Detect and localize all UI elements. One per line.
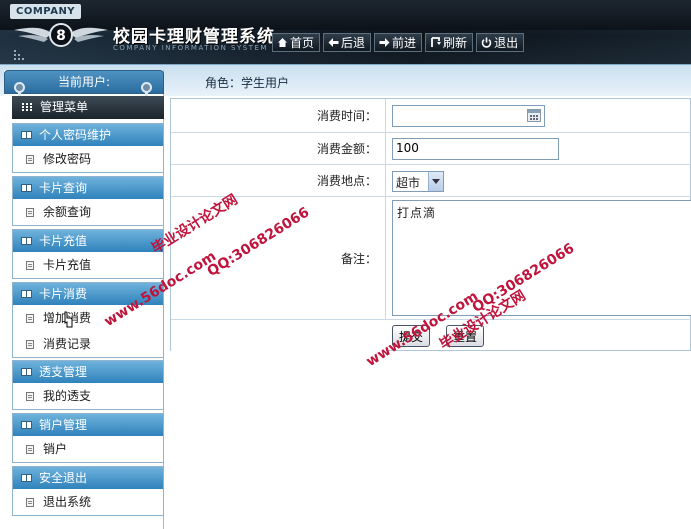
sidebar-item-change-password[interactable]: 修改密码	[13, 146, 163, 172]
sidebar-item-label: 销户	[43, 442, 68, 456]
company-tag: COMPANY	[10, 4, 82, 19]
chevron-down-icon[interactable]	[428, 172, 443, 191]
document-icon	[26, 445, 34, 454]
document-icon	[26, 498, 34, 507]
group-title: 透支管理	[39, 365, 88, 379]
group-title: 卡片消费	[39, 287, 88, 301]
time-input[interactable]	[392, 105, 545, 127]
logout-button[interactable]: 退出	[476, 33, 525, 52]
document-icon	[26, 261, 34, 270]
refresh-button[interactable]: 刷新	[425, 33, 474, 52]
place-select[interactable]: 超市	[392, 171, 444, 192]
group-title: 安全退出	[39, 471, 88, 485]
amount-input[interactable]: 100	[392, 138, 559, 160]
sidebar-item-label: 修改密码	[43, 152, 92, 166]
group-password: 个人密码维护 修改密码	[12, 123, 164, 173]
sidebar-item-label: 卡片充值	[43, 258, 92, 272]
sidebar-item-exit-system[interactable]: 退出系统	[13, 489, 163, 515]
svg-text:8: 8	[56, 28, 66, 44]
document-icon	[26, 314, 34, 323]
grid-icon	[22, 103, 34, 112]
place-selected-value: 超市	[396, 176, 421, 190]
form-row-amount: 消费金额： 100	[171, 133, 691, 165]
sidebar-item-label: 退出系统	[43, 495, 92, 509]
group-header[interactable]: 个人密码维护	[13, 124, 163, 146]
power-icon	[480, 37, 492, 49]
menu-header: 管理菜单	[12, 96, 164, 119]
form-row-note: 备注： 打点滴	[171, 197, 691, 320]
document-icon	[26, 155, 34, 164]
group-title: 个人密码维护	[39, 128, 112, 142]
group-header[interactable]: 透支管理	[13, 361, 163, 383]
time-label: 消费时间：	[171, 99, 386, 132]
form-row-time: 消费时间：	[171, 99, 691, 133]
calendar-icon[interactable]	[527, 109, 541, 122]
sidebar-item-recharge[interactable]: 卡片充值	[13, 252, 163, 278]
book-icon	[21, 131, 32, 139]
current-user-caption: 当前用户:	[4, 70, 164, 94]
refresh-label: 刷新	[443, 36, 468, 50]
mouse-cursor-icon	[64, 311, 73, 328]
book-icon	[21, 474, 32, 482]
group-title: 卡片充值	[39, 234, 88, 248]
refresh-icon	[429, 37, 441, 49]
sidebar-item-consumption-records[interactable]: 消费记录	[13, 331, 163, 357]
document-icon	[26, 340, 34, 349]
back-label: 后退	[341, 36, 366, 50]
sidebar-item-label: 我的透支	[43, 389, 92, 403]
book-icon	[21, 184, 32, 192]
group-header[interactable]: 销户管理	[13, 414, 163, 436]
app-header: COMPANY 8 校园卡理财管理系统 COMPANY INFORMATION …	[0, 0, 691, 64]
arrow-left-icon	[327, 37, 339, 49]
amount-label: 消费金额：	[171, 133, 386, 164]
home-label: 首页	[290, 36, 315, 50]
form-row-place: 消费地点： 超市	[171, 165, 691, 197]
group-title: 销户管理	[39, 418, 88, 432]
sidebar-item-my-overdraft[interactable]: 我的透支	[13, 383, 163, 409]
group-safe-exit: 安全退出 退出系统	[12, 466, 164, 516]
sidebar-item-balance-query[interactable]: 余额查询	[13, 199, 163, 225]
forward-button[interactable]: 前进	[374, 33, 423, 52]
group-header[interactable]: 卡片查询	[13, 177, 163, 199]
dots-decoration	[14, 48, 26, 60]
role-text: 角色：学生用户	[205, 76, 290, 90]
group-card-query: 卡片查询 余额查询	[12, 176, 164, 226]
group-title: 卡片查询	[39, 181, 88, 195]
sidebar-item-label: 消费记录	[43, 337, 92, 351]
top-toolbar: 首页 后退 前进 刷新 退出	[272, 33, 525, 52]
menu-title: 管理菜单	[40, 100, 89, 114]
home-icon	[276, 37, 288, 49]
book-icon	[21, 421, 32, 429]
back-button[interactable]: 后退	[323, 33, 372, 52]
group-account-close: 销户管理 销户	[12, 413, 164, 463]
place-label: 消费地点：	[171, 165, 386, 196]
arrow-right-icon	[378, 37, 390, 49]
group-overdraft: 透支管理 我的透支	[12, 360, 164, 410]
hanger-ring-icon	[14, 82, 25, 106]
sidebar-item-label: 余额查询	[43, 205, 92, 219]
group-header[interactable]: 卡片充值	[13, 230, 163, 252]
logout-label: 退出	[494, 36, 519, 50]
document-icon	[26, 208, 34, 217]
book-icon	[21, 368, 32, 376]
home-button[interactable]: 首页	[272, 33, 321, 52]
system-subtitle: COMPANY INFORMATION SYSTEM	[113, 44, 268, 52]
group-card-recharge: 卡片充值 卡片充值	[12, 229, 164, 279]
forward-label: 前进	[392, 36, 417, 50]
hanger-ring-icon	[141, 82, 152, 106]
sidebar-item-close-account[interactable]: 销户	[13, 436, 163, 462]
document-icon	[26, 392, 34, 401]
book-icon	[21, 290, 32, 298]
group-header[interactable]: 安全退出	[13, 467, 163, 489]
book-icon	[21, 237, 32, 245]
winged-logo-icon: 8	[14, 23, 108, 47]
